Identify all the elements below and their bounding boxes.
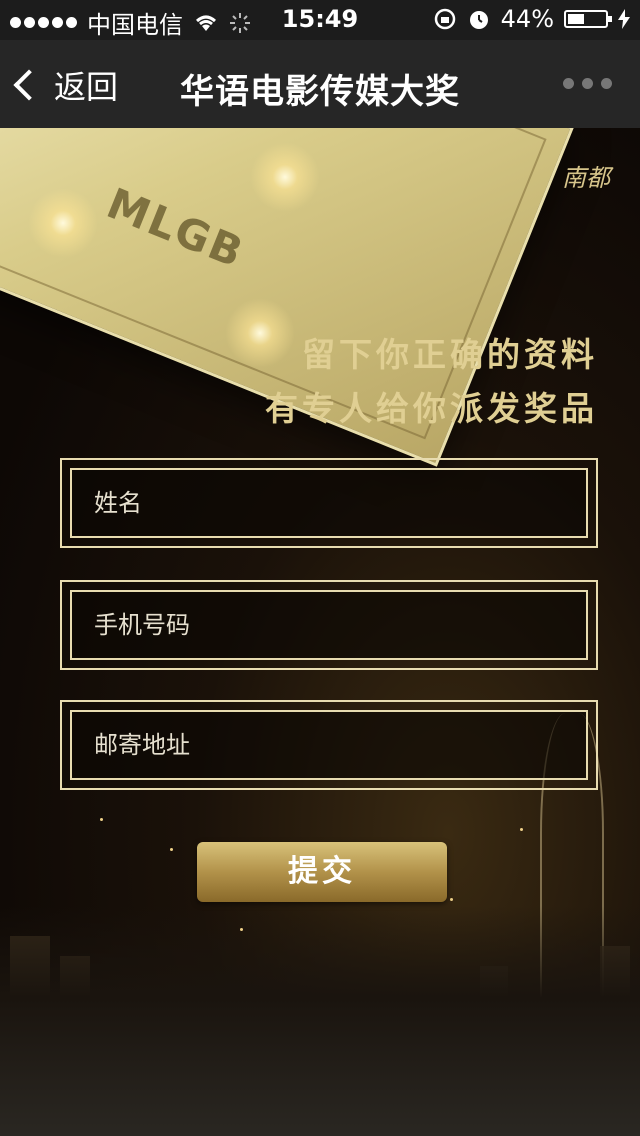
alarm-icon [469,11,488,29]
battery-percent: 44% [500,5,554,33]
sparkle-decoration [250,142,320,212]
phone-input[interactable] [72,592,586,658]
address-field [60,700,598,790]
battery-fill [568,14,584,24]
nav-bar: 返回 华语电影传媒大奖 [0,40,640,128]
screen: 中国电信 15:49 44% 返回 华语电影传媒大奖 MLGB 南都 留下你正确… [0,0,640,1136]
battery-icon [564,10,612,28]
name-field [60,458,598,548]
brand-logo: 南都 [562,164,610,192]
address-input[interactable] [72,712,586,778]
charging-icon [618,9,630,29]
sparkle-decoration [28,188,98,258]
more-dots-icon[interactable] [563,78,612,89]
name-input[interactable] [72,470,586,536]
page-title: 华语电影传媒大奖 [180,72,460,112]
promo-content: MLGB 南都 留下你正确的资料 有专人给你派发奖品 姓名 手机号码 邮寄地址 … [0,128,640,1136]
light-dot [170,848,173,851]
light-dot [450,898,453,901]
status-right: 44% [433,5,630,33]
light-dot [240,928,243,931]
slogan: 留下你正确的资料 有专人给你派发奖品 [265,328,598,436]
light-dot [100,818,103,821]
city-skyline-decoration [0,906,640,1136]
phone-field [60,580,598,670]
slogan-line-1: 留下你正确的资料 [302,335,598,374]
light-dot [520,828,523,831]
submit-button[interactable]: 提交 [197,842,447,902]
lock-rotation-icon [434,8,455,30]
status-bar: 中国电信 15:49 44% [0,0,640,40]
slogan-line-2: 有专人给你派发奖品 [265,389,598,428]
